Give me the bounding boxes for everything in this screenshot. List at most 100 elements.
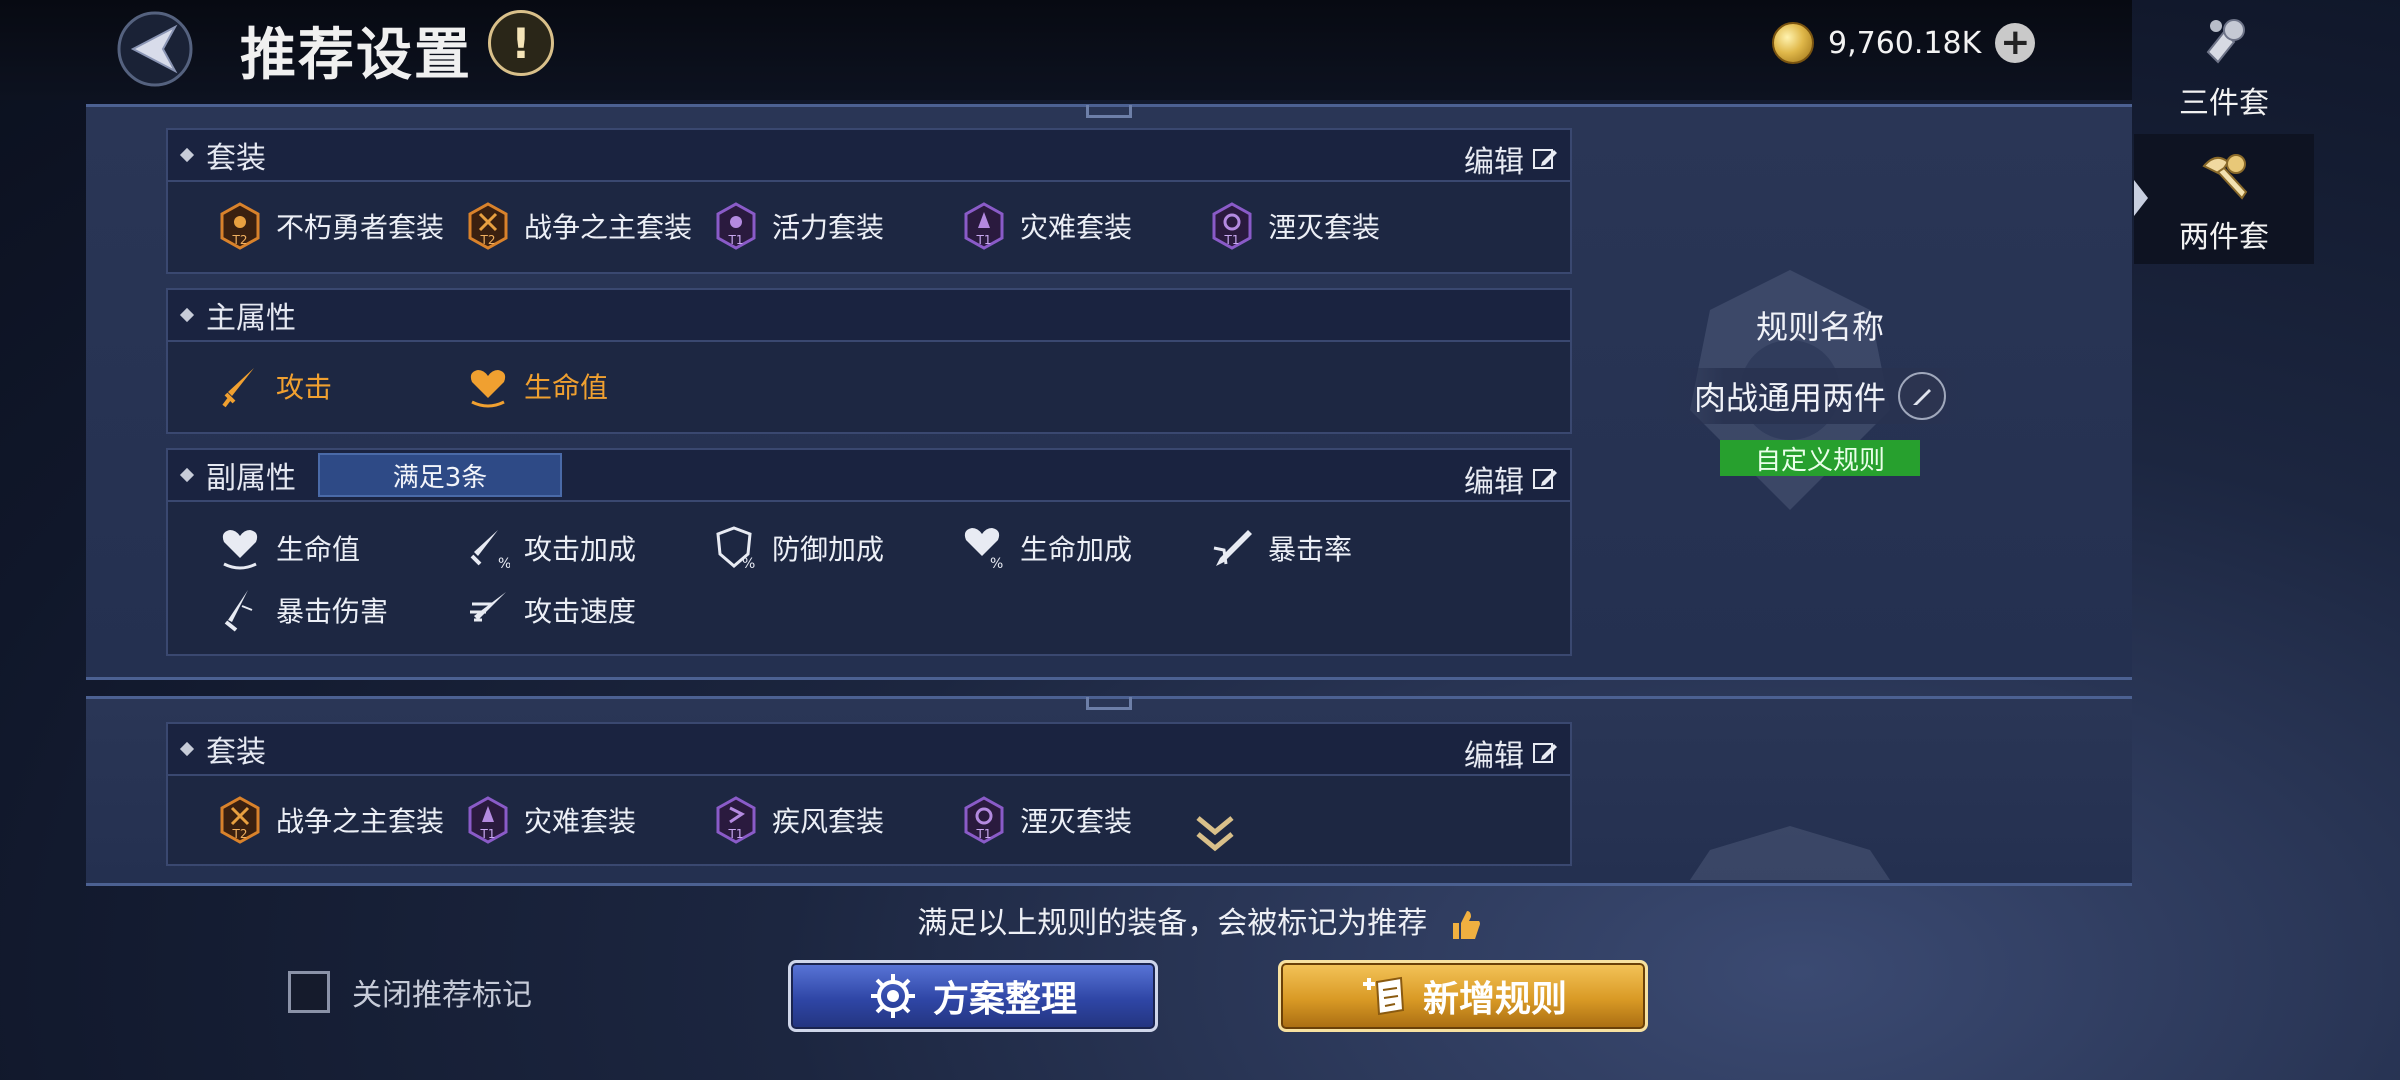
edit-set-button[interactable]: 编辑 [1464,137,1558,181]
recommend-hint: 满足以上规则的装备，会被标记为推荐 [0,898,2400,943]
main-stat-item[interactable]: 攻击 [218,362,332,410]
tier-t2-set-icon: T2 [468,202,508,250]
tab-label: 三件套 [2179,86,2269,121]
edit-label: 编辑 [1464,465,1524,500]
organize-plans-button[interactable]: 方案整理 [788,960,1158,1032]
main-stat-item[interactable]: 生命值 [466,362,608,410]
sub-stat-item[interactable]: 攻击速度 [466,586,636,634]
svg-text:%: % [990,556,1003,572]
svg-text:T1: T1 [728,827,744,841]
back-arrow-icon [117,11,193,87]
svg-text:%: % [742,556,755,572]
set-item[interactable]: T1 活力套装 [714,202,884,250]
svg-text:T1: T1 [976,827,992,841]
scroll-down-chevron-icon[interactable] [1190,810,1240,860]
set-section: 套装 编辑 T2 战争之主套装 T1 灾难套装 T1 疾风套装 T1 湮灭套装 [166,722,1572,866]
sub-stat-item[interactable]: 暴击率 [1210,524,1352,572]
add-document-icon [1362,976,1405,1016]
crit-damage-icon [224,590,253,632]
sub-stat-section: 副属性 满足3条 编辑 生命值 % 攻击加成 % 防御加成 % 生命加成 暴击率 [166,448,1572,656]
svg-text:T1: T1 [480,827,496,841]
set-item[interactable]: T2 不朽勇者套装 [218,202,444,250]
diamond-icon [179,467,195,483]
tab-three-piece-set[interactable]: 三件套 [2134,0,2314,130]
section-header: 套装 编辑 [168,130,1570,182]
info-button[interactable]: ! [488,10,554,76]
add-rule-button[interactable]: 新增规则 [1278,960,1648,1032]
svg-text:T2: T2 [480,233,496,247]
section-header: 主属性 [168,290,1570,342]
tier-t2-set-icon: T2 [220,796,260,844]
set-item[interactable]: T1 湮灭套装 [962,796,1132,844]
svg-text:%: % [498,556,510,572]
pen-icon [1913,389,1931,405]
set-item[interactable]: T1 灾难套装 [962,202,1132,250]
edit-set-button[interactable]: 编辑 [1464,731,1558,775]
rule-name-value: 肉战通用两件 [1693,379,1886,417]
thumbs-up-icon [1452,910,1480,939]
hint-text: 满足以上规则的装备，会被标记为推荐 [917,906,1428,941]
svg-text:T2: T2 [232,827,248,841]
edit-sub-stat-button[interactable]: 编辑 [1464,457,1558,501]
edit-label: 编辑 [1464,145,1524,180]
set-section: 套装 编辑 T2 不朽勇者套装 T2 战争之主套装 T1 活力套装 T1 灾难套… [166,128,1572,274]
set-item[interactable]: T1 湮灭套装 [1210,202,1380,250]
tier-t1-set-icon: T1 [468,796,508,844]
tier-t1-set-icon: T1 [964,202,1004,250]
rule-name-field[interactable]: 肉战通用两件 [1660,368,1980,424]
sub-stat-item[interactable]: % 防御加成 [714,524,884,572]
tier-t1-set-icon: T1 [1212,202,1252,250]
add-currency-button[interactable]: + [1995,22,2036,63]
button-label: 新增规则 [1422,979,1567,1020]
diamond-icon [179,147,195,163]
svg-text:T1: T1 [976,233,992,247]
page-title: 推荐设置 [240,23,472,88]
back-button[interactable] [100,6,210,92]
plus-icon: + [2000,22,2031,63]
rule-info-panel: 规则名称 肉战通用两件 自定义规则 [1660,302,1980,476]
section-title: 主属性 [206,301,296,336]
tier-t1-set-icon: T1 [716,796,756,844]
diamond-icon [179,307,195,323]
set-item[interactable]: T2 战争之主套装 [218,796,444,844]
rule-emblem-icon [1690,826,1890,880]
three-piece-set-icon [2206,19,2245,64]
tab-label: 两件套 [2179,220,2269,255]
sub-stat-item[interactable]: % 攻击加成 [466,524,636,572]
tab-two-piece-set[interactable]: 两件套 [2134,134,2314,264]
rename-button[interactable] [1898,372,1946,420]
sub-stat-item[interactable]: % 生命加成 [962,524,1132,572]
heart-icon [222,530,258,570]
heart-percent-icon: % [964,528,1003,572]
edit-label: 编辑 [1464,739,1524,774]
crit-rate-icon [1213,530,1252,566]
section-header: 副属性 满足3条 编辑 [168,450,1570,502]
tier-t1-set-icon: T1 [964,796,1004,844]
custom-rule-tag: 自定义规则 [1720,440,1920,476]
exclamation-icon: ! [511,18,531,68]
section-title: 套装 [206,141,266,176]
gold-coin-icon [1772,22,1814,64]
card-notch [1086,697,1132,710]
attack-speed-icon [470,592,506,622]
svg-text:T1: T1 [1224,233,1240,247]
sub-stat-item[interactable]: 暴击伤害 [218,586,388,634]
diamond-icon [179,741,195,757]
heart-icon [470,370,506,408]
edit-icon [1533,743,1557,763]
section-title: 副属性 [206,461,296,496]
shield-percent-icon: % [716,526,755,572]
currency-display: 9,760.18K + [1772,22,2036,64]
gear-icon [870,974,915,1018]
svg-text:T2: T2 [232,233,248,247]
sub-stat-item[interactable]: 生命值 [218,524,360,572]
edit-icon [1533,149,1557,169]
set-item[interactable]: T1 疾风套装 [714,796,884,844]
set-item[interactable]: T1 灾难套装 [466,796,636,844]
set-item[interactable]: T2 战争之主套装 [466,202,692,250]
condition-badge[interactable]: 满足3条 [318,453,562,497]
section-header: 套装 编辑 [168,724,1570,776]
checkbox[interactable] [288,971,330,1013]
disable-recommend-toggle[interactable]: 关闭推荐标记 [288,970,532,1014]
sword-percent-icon: % [470,530,510,572]
